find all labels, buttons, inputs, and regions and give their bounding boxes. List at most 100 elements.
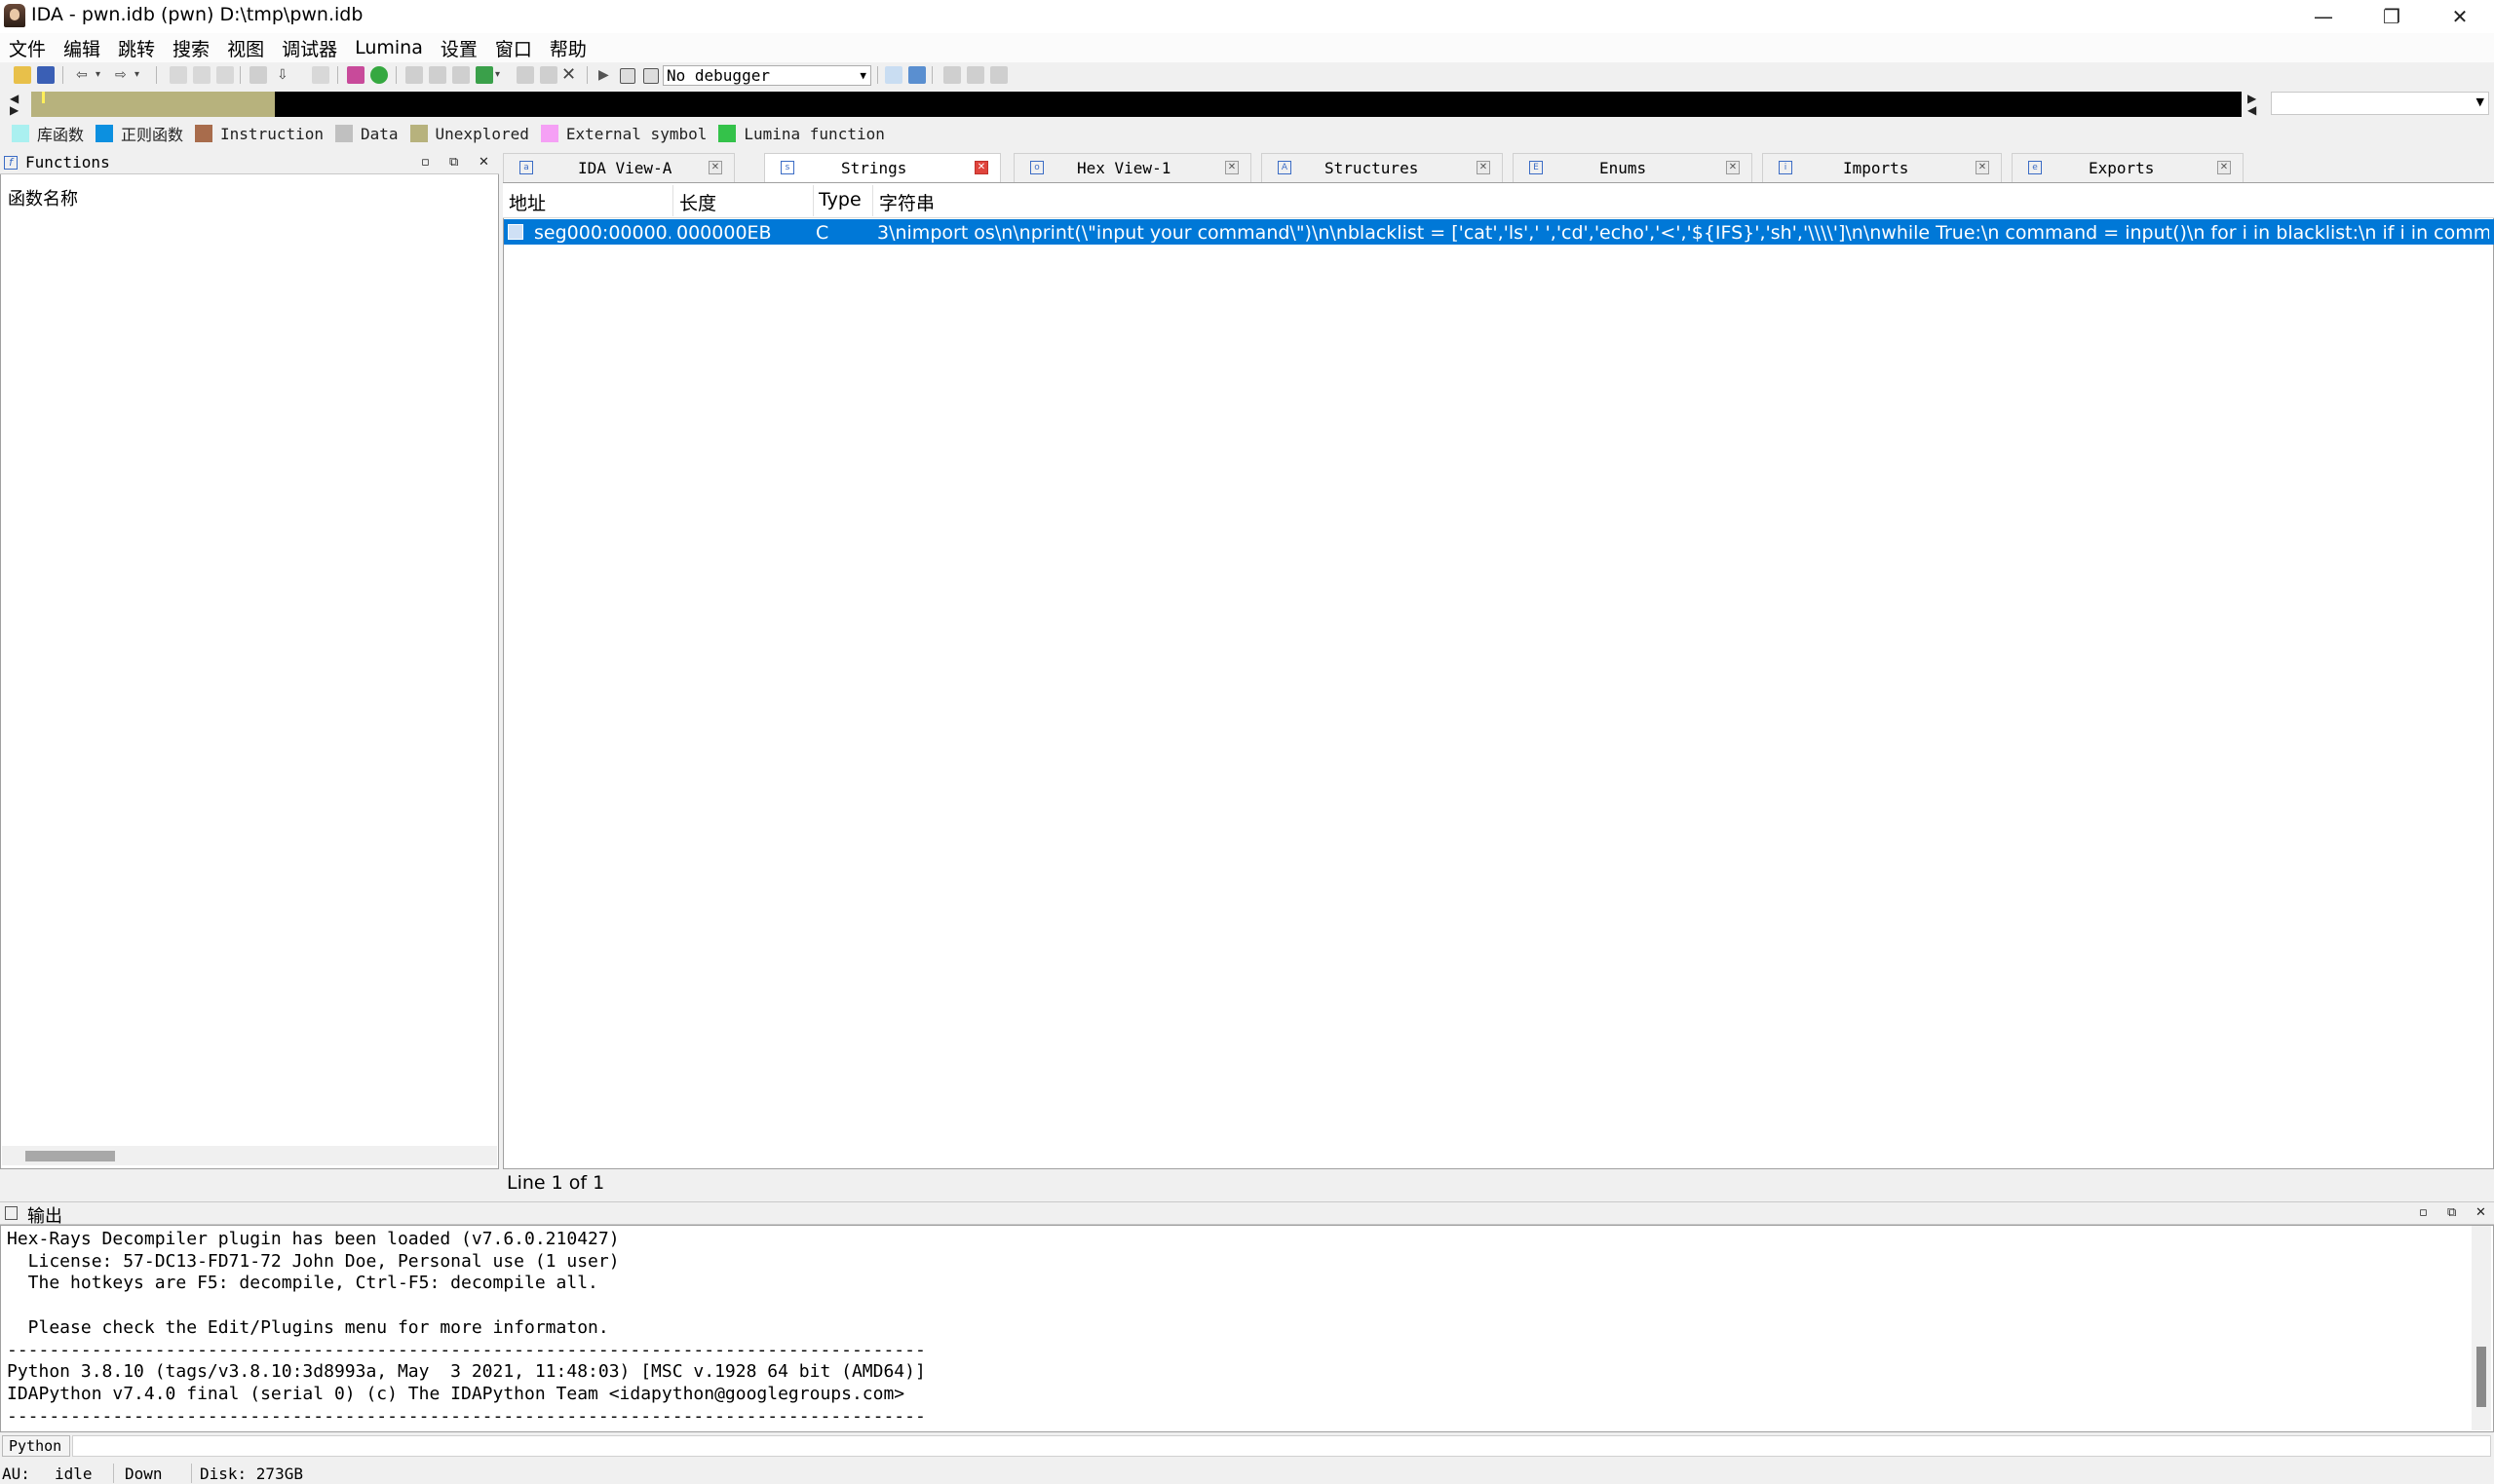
float-panel-icon[interactable]: ▫: [2419, 1205, 2428, 1220]
strings-view[interactable]: [503, 182, 2494, 1169]
menu-options[interactable]: 设置: [432, 35, 486, 61]
function-name-column-header[interactable]: 函数名称: [8, 185, 78, 210]
window-title: IDA - pwn.idb (pwn) D:\tmp\pwn.idb: [31, 4, 364, 25]
tab-enums[interactable]: E Enums ✕: [1513, 153, 1752, 182]
legend-swatch: [96, 125, 114, 142]
tab-icon: e: [2028, 161, 2042, 174]
menu-search[interactable]: 搜索: [164, 35, 218, 61]
cell-string: 3\nimport os\n\nprint(\"input your comma…: [877, 222, 2489, 244]
tab-label: Exports: [2089, 159, 2155, 177]
close-tab-icon[interactable]: ✕: [1477, 161, 1490, 174]
menu-debugger[interactable]: 调试器: [273, 35, 346, 61]
menu-file[interactable]: 文件: [0, 35, 55, 61]
menu-lumina[interactable]: Lumina: [346, 37, 432, 58]
tab-icon: s: [781, 161, 794, 174]
tab-structures[interactable]: A Structures ✕: [1261, 153, 1503, 182]
run-script-icon[interactable]: [370, 66, 388, 84]
column-header-string[interactable]: 字符串: [879, 189, 935, 215]
output-panel-header: [0, 1201, 2494, 1225]
stop-icon[interactable]: [643, 68, 659, 84]
graph-icon[interactable]: [347, 66, 365, 84]
ida-app-icon[interactable]: [4, 4, 25, 27]
patch-icon[interactable]: [452, 66, 470, 84]
detach-panel-icon[interactable]: ⧉: [449, 155, 458, 170]
close-window-button[interactable]: ✕: [2426, 0, 2494, 33]
menu-windows[interactable]: 窗口: [486, 35, 541, 61]
chevron-down-icon[interactable]: ▾: [96, 66, 105, 84]
close-icon[interactable]: ✕: [561, 66, 579, 84]
output-log-text: Hex-Rays Decompiler plugin has been load…: [7, 1229, 926, 1427]
close-panel-icon[interactable]: ✕: [2475, 1205, 2486, 1220]
navigation-bar[interactable]: [31, 92, 2242, 117]
legend-swatch: [540, 125, 558, 142]
back-icon[interactable]: ⇦: [76, 66, 90, 84]
nav-scroll-right-icon[interactable]: ▶ ◀: [2247, 93, 2256, 116]
legend-label: Unexplored: [435, 124, 529, 143]
legend-label: External symbol: [565, 124, 708, 143]
trace-icon[interactable]: [517, 66, 534, 84]
debugger-select[interactable]: No debugger ▼: [663, 65, 871, 86]
tab-imports[interactable]: i Imports ✕: [1762, 153, 2002, 182]
column-header-address[interactable]: 地址: [509, 189, 546, 215]
nav-scroll-left-icon[interactable]: ◀ ▶: [10, 93, 19, 116]
close-tab-icon[interactable]: ✕: [1726, 161, 1740, 174]
navigation-cursor-indicator[interactable]: [42, 92, 45, 103]
column-header-length[interactable]: 长度: [679, 189, 716, 215]
step-into-icon[interactable]: [885, 66, 902, 84]
enum-icon[interactable]: [429, 66, 446, 84]
scrollbar-thumb[interactable]: [2476, 1347, 2486, 1407]
chevron-down-icon[interactable]: ▾: [134, 66, 144, 84]
float-panel-icon[interactable]: ▫: [421, 155, 430, 170]
functions-panel[interactable]: [0, 151, 499, 1169]
string-icon[interactable]: [216, 66, 234, 84]
status-au-label: AU:: [2, 1465, 30, 1483]
close-tab-icon[interactable]: ✕: [709, 161, 722, 174]
save-icon[interactable]: [37, 66, 55, 84]
restore-button[interactable]: ❐: [2358, 0, 2426, 33]
play-icon[interactable]: ▶: [598, 66, 610, 84]
tab-icon: a: [519, 161, 533, 174]
line-status: Line 1 of 1: [507, 1172, 605, 1194]
chevron-down-icon: ▼: [2475, 95, 2484, 108]
undefine-icon[interactable]: [312, 66, 329, 84]
jump-down-icon[interactable]: ⇩: [277, 66, 290, 84]
menu-view[interactable]: 视图: [218, 35, 273, 61]
close-tab-icon[interactable]: ✕: [1225, 161, 1239, 174]
calculator-icon[interactable]: [943, 66, 961, 84]
pause-icon[interactable]: [620, 68, 635, 84]
step-over-icon[interactable]: [908, 66, 926, 84]
tab-exports[interactable]: e Exports ✕: [2012, 153, 2244, 182]
code-icon[interactable]: [170, 66, 187, 84]
menu-help[interactable]: 帮助: [541, 35, 595, 61]
output-window-icon: [5, 1206, 18, 1220]
column-header-type[interactable]: Type: [819, 189, 862, 210]
close-tab-icon[interactable]: ✕: [2217, 161, 2231, 174]
tab-ida-view-a[interactable]: a IDA View-A ✕: [503, 153, 735, 182]
close-tab-icon[interactable]: ✕: [975, 161, 988, 174]
tools-icon[interactable]: [990, 66, 1008, 84]
python-language-button[interactable]: Python: [2, 1435, 70, 1457]
scrollbar-thumb[interactable]: [25, 1151, 115, 1161]
forward-icon[interactable]: ⇨: [115, 66, 129, 84]
title-bar: [0, 0, 2494, 33]
open-file-icon[interactable]: [14, 66, 31, 84]
legend: 库函数 正则函数 Instruction Data Unexplored External…: [12, 123, 897, 144]
hex-icon[interactable]: [540, 66, 557, 84]
plugin-icon[interactable]: [967, 66, 984, 84]
close-tab-icon[interactable]: ✕: [1976, 161, 1989, 174]
legend-label: Lumina function: [744, 124, 885, 143]
menu-jump[interactable]: 跳转: [109, 35, 164, 61]
minimize-button[interactable]: —: [2289, 0, 2358, 33]
python-command-input[interactable]: [72, 1435, 2491, 1457]
array-icon[interactable]: [249, 66, 267, 84]
navigation-combo[interactable]: ▼: [2271, 92, 2489, 115]
data-icon[interactable]: [193, 66, 211, 84]
struct-icon[interactable]: [405, 66, 423, 84]
chevron-down-icon[interactable]: ▾: [495, 66, 505, 84]
detach-panel-icon[interactable]: ⧉: [2447, 1205, 2456, 1220]
breakpoint-icon[interactable]: [476, 66, 493, 84]
tab-strings[interactable]: s Strings ✕: [764, 153, 1001, 182]
tab-hex-view-1[interactable]: o Hex View-1 ✕: [1014, 153, 1251, 182]
close-panel-icon[interactable]: ✕: [479, 155, 489, 170]
menu-edit[interactable]: 编辑: [55, 35, 109, 61]
